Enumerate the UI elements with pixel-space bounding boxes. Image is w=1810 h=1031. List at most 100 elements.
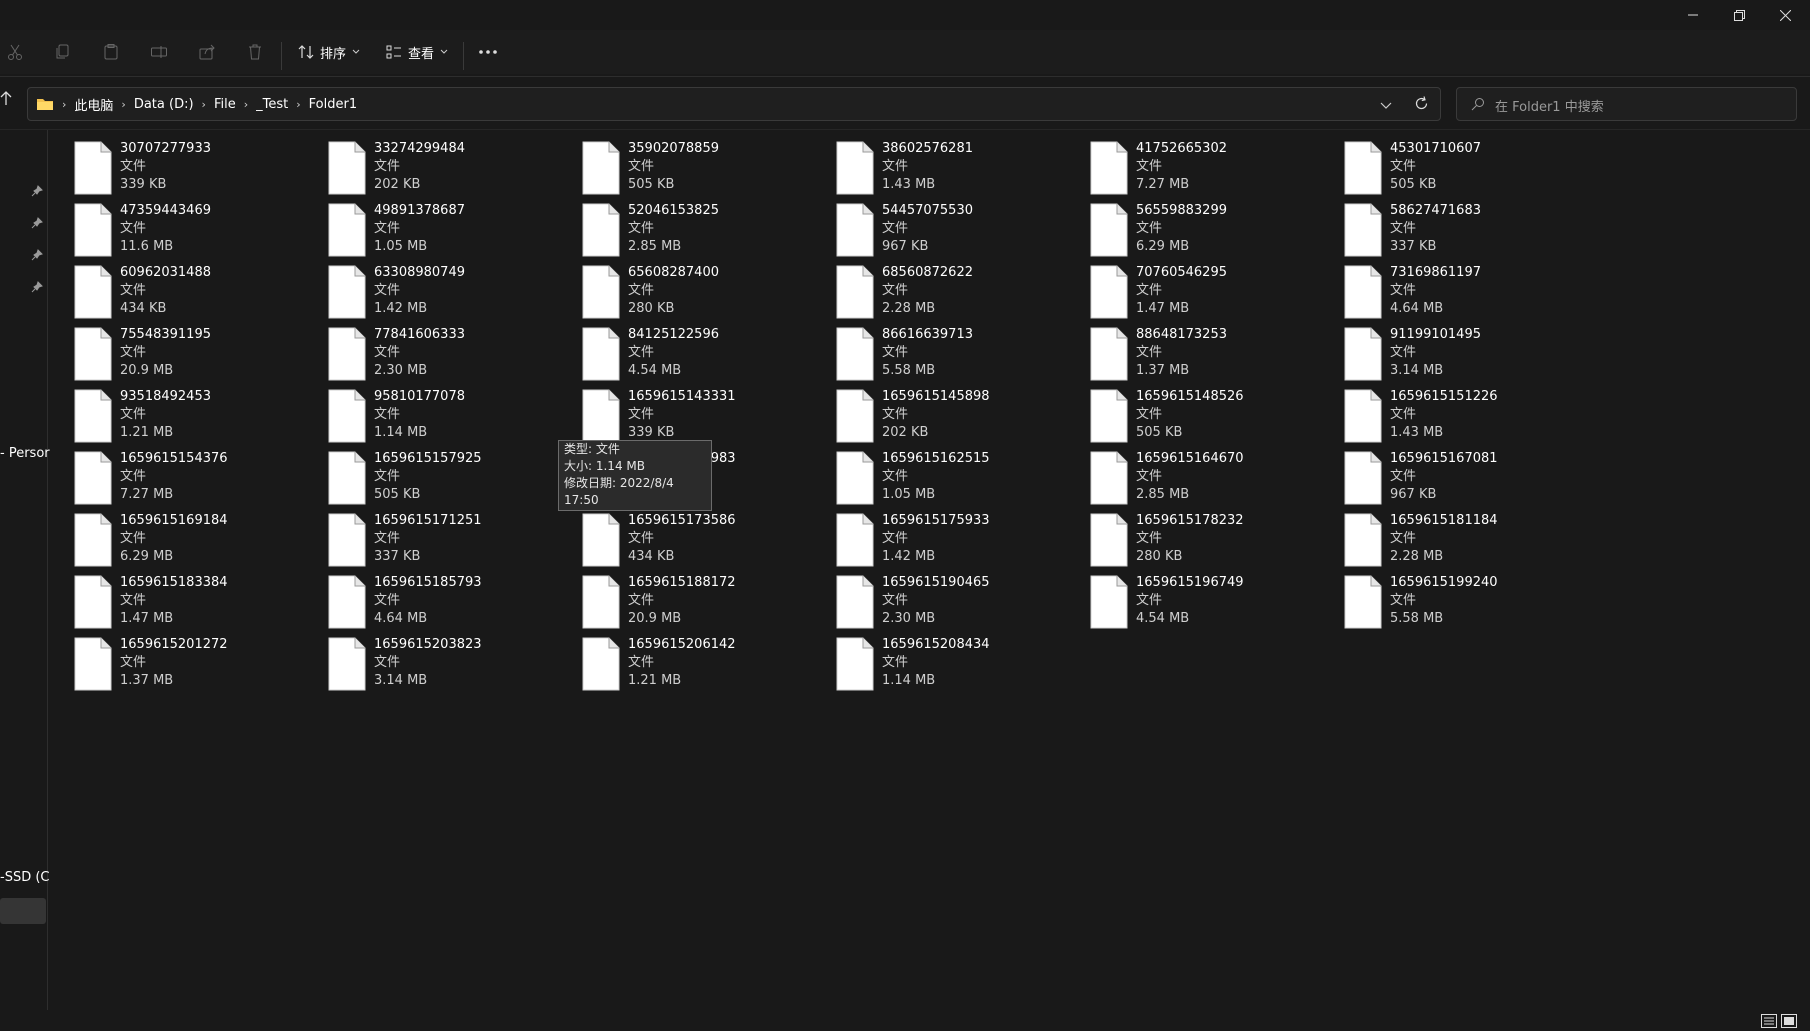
file-item[interactable]: 49891378687 文件 1.05 MB [314,194,564,257]
file-item[interactable]: 1659615173586 文件 434 KB [568,504,818,567]
file-item[interactable]: 52046153825 文件 2.85 MB [568,194,818,257]
file-item[interactable]: 30707277933 文件 339 KB [60,132,310,195]
file-type: 文件 [1390,469,1417,484]
file-item[interactable]: 54457075530 文件 967 KB [822,194,1072,257]
file-item[interactable]: 47359443469 文件 11.6 MB [60,194,310,257]
file-item[interactable]: 1659615148526 文件 505 KB [1076,380,1326,443]
address-history-dropdown[interactable] [1380,99,1392,114]
file-size: 1.05 MB [882,487,936,502]
file-item[interactable]: 33274299484 文件 202 KB [314,132,564,195]
paste-button[interactable] [99,40,123,64]
rename-button[interactable] [147,40,171,64]
file-type: 文件 [1390,407,1417,422]
file-item[interactable]: 45301710607 文件 505 KB [1330,132,1580,195]
details-view-icon[interactable] [1760,1013,1778,1029]
minimize-button[interactable] [1670,0,1716,30]
file-item[interactable]: 1659615199240 文件 5.58 MB [1330,566,1580,629]
file-item[interactable]: 1659615157925 文件 505 KB [314,442,564,505]
file-item[interactable]: 1659615203823 文件 3.14 MB [314,628,564,691]
file-item[interactable]: 1659615201272 文件 1.37 MB [60,628,310,691]
file-item[interactable]: 1659615175933 文件 1.42 MB [822,504,1072,567]
file-type: 文件 [120,593,147,608]
file-icon [328,265,366,319]
restore-button[interactable] [1716,0,1762,30]
breadcrumb-file[interactable]: File [208,97,242,112]
tiles-view-icon[interactable] [1780,1013,1798,1029]
file-item[interactable]: 35902078859 文件 505 KB [568,132,818,195]
file-item[interactable]: 1659615143331 文件 339 KB [568,380,818,443]
file-item[interactable]: 1659615178232 文件 280 KB [1076,504,1326,567]
file-item[interactable]: 1659615154376 文件 7.27 MB [60,442,310,505]
sort-button[interactable]: 排序 [298,38,360,66]
close-icon [1779,9,1791,21]
file-item[interactable]: 58627471683 文件 337 KB [1330,194,1580,257]
file-item[interactable]: 38602576281 文件 1.43 MB [822,132,1072,195]
file-item[interactable]: 1659615190465 文件 2.30 MB [822,566,1072,629]
file-item[interactable]: 1659615164670 文件 2.85 MB [1076,442,1326,505]
file-item[interactable]: 84125122596 文件 4.54 MB [568,318,818,381]
file-size: 505 KB [1390,177,1437,192]
search-box[interactable]: 在 Folder1 中搜索 [1456,87,1797,121]
delete-button[interactable] [243,40,267,64]
file-size: 2.30 MB [882,611,936,626]
more-options-button[interactable] [478,38,498,66]
file-item[interactable]: 41752665302 文件 7.27 MB [1076,132,1326,195]
file-item[interactable]: 75548391195 文件 20.9 MB [60,318,310,381]
file-item[interactable]: 1659615188172 文件 20.9 MB [568,566,818,629]
file-size: 2.30 MB [374,363,428,378]
copy-button[interactable] [51,40,75,64]
refresh-button[interactable] [1414,96,1429,115]
tooltip-date: 修改日期: 2022/8/4 17:50 [564,476,674,507]
file-item[interactable]: 91199101495 文件 3.14 MB [1330,318,1580,381]
nav-item-onedrive-personal[interactable]: - Persor [0,446,50,461]
breadcrumb-this-pc[interactable]: 此电脑 [68,95,119,114]
breadcrumb-folder1[interactable]: Folder1 [303,97,363,112]
file-item[interactable]: 1659615183384 文件 1.47 MB [60,566,310,629]
file-item[interactable]: 1659615145898 文件 202 KB [822,380,1072,443]
nav-item-selected[interactable] [0,898,46,924]
file-name: 1659615169184 [120,513,228,528]
file-name: 75548391195 [120,327,211,342]
file-item[interactable]: 70760546295 文件 1.47 MB [1076,256,1326,319]
file-item[interactable]: 1659615181184 文件 2.28 MB [1330,504,1580,567]
file-item[interactable]: 1659615196749 文件 4.54 MB [1076,566,1326,629]
file-item[interactable]: 93518492453 文件 1.21 MB [60,380,310,443]
file-icon [1344,575,1382,629]
file-item[interactable]: 1659615169184 文件 6.29 MB [60,504,310,567]
file-item[interactable]: 73169861197 文件 4.64 MB [1330,256,1580,319]
file-size: 337 KB [1390,239,1437,254]
file-name: 1659615208434 [882,637,990,652]
file-item[interactable]: 88648173253 文件 1.37 MB [1076,318,1326,381]
breadcrumb-test[interactable]: _Test [250,97,294,112]
file-item[interactable]: 63308980749 文件 1.42 MB [314,256,564,319]
address-bar[interactable]: › 此电脑 › Data (D:) › File › _Test › Folde… [27,87,1441,121]
file-name: 60962031488 [120,265,211,280]
file-type: 文件 [628,531,655,546]
file-type: 文件 [882,345,909,360]
view-button[interactable]: 查看 [386,38,448,66]
file-item[interactable]: 1659615171251 文件 337 KB [314,504,564,567]
file-icon [582,637,620,691]
file-item[interactable]: 1659615206142 文件 1.21 MB [568,628,818,691]
close-button[interactable] [1762,0,1808,30]
file-size: 2.85 MB [1136,487,1190,502]
file-item[interactable]: 77841606333 文件 2.30 MB [314,318,564,381]
file-type: 文件 [1390,159,1417,174]
tooltip-size: 大小: 1.14 MB [564,459,645,473]
file-item[interactable]: 1659615162515 文件 1.05 MB [822,442,1072,505]
nav-item-ssd-drive[interactable]: -SSD (C [0,870,50,885]
file-item[interactable]: 1659615208434 文件 1.14 MB [822,628,1072,691]
file-item[interactable]: 1659615151226 文件 1.43 MB [1330,380,1580,443]
file-item[interactable]: 1659615167081 文件 967 KB [1330,442,1580,505]
breadcrumb-data-drive[interactable]: Data (D:) [128,97,200,112]
file-item[interactable]: 60962031488 文件 434 KB [60,256,310,319]
file-item[interactable]: 56559883299 文件 6.29 MB [1076,194,1326,257]
file-item[interactable]: 86616639713 文件 5.58 MB [822,318,1072,381]
file-item[interactable]: 68560872622 文件 2.28 MB [822,256,1072,319]
file-item[interactable]: 1659615185793 文件 4.64 MB [314,566,564,629]
share-button[interactable] [195,40,219,64]
up-button[interactable] [0,90,12,118]
file-item[interactable]: 95810177078 文件 1.14 MB [314,380,564,443]
file-item[interactable]: 65608287400 文件 280 KB [568,256,818,319]
cut-button[interactable] [3,40,27,64]
